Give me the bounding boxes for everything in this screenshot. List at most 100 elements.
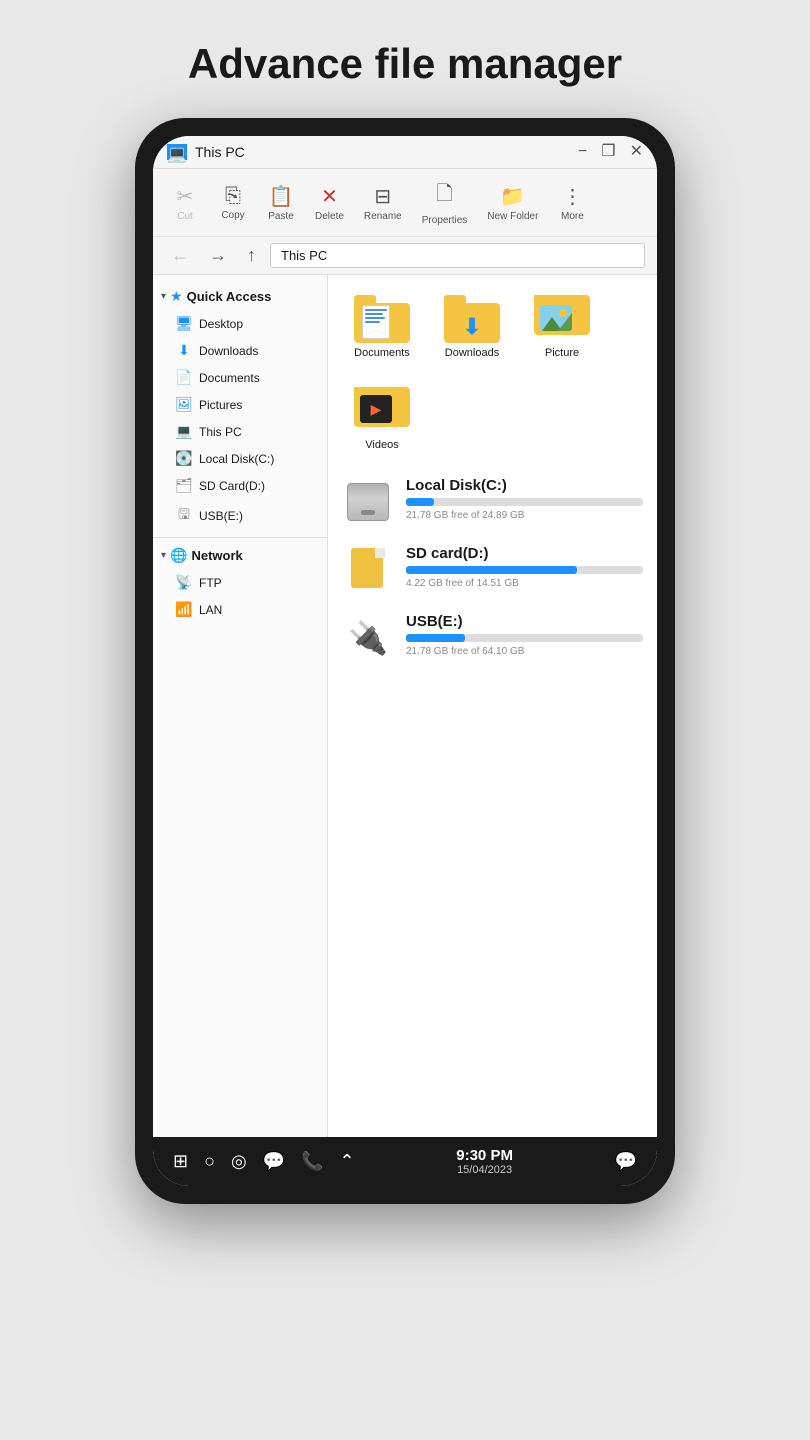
sidebar-item-lan[interactable]: 📶 LAN xyxy=(153,596,327,623)
usb-name: USB(E:) xyxy=(406,613,643,630)
sd-card-icon: 🗂 xyxy=(175,477,193,494)
sd-card-bar-fill xyxy=(406,566,577,574)
usb-info: USB(E:) 21.78 GB free of 64.10 GB xyxy=(406,613,643,657)
sidebar-network-header[interactable]: ▾ 🌐 Network xyxy=(153,542,327,569)
delete-button[interactable]: ✕ Delete xyxy=(307,180,352,226)
breadcrumb[interactable]: This PC xyxy=(270,243,645,268)
phone-icon[interactable]: 📞 xyxy=(301,1151,323,1172)
network-chevron: ▾ xyxy=(161,550,166,561)
folder-grid: Documents ⬇ Downloads xyxy=(342,289,643,365)
delete-label: Delete xyxy=(315,211,344,222)
documents-icon: 📄 xyxy=(175,369,193,386)
sidebar-item-this-pc[interactable]: 💻 This PC xyxy=(153,418,327,445)
local-disk-bar-bg xyxy=(406,498,643,506)
title-bar-controls: − ❐ ✕ xyxy=(578,144,643,160)
title-bar: 💻 This PC − ❐ ✕ xyxy=(153,136,657,169)
chevron-up-icon[interactable]: ⌃ xyxy=(340,1151,355,1172)
local-disk-drive-icon-container xyxy=(342,477,394,527)
sidebar-pictures-label: Pictures xyxy=(199,398,242,412)
sidebar-item-sd-card[interactable]: 🗂 SD Card(D:) xyxy=(153,472,327,499)
rename-icon: ⊟ xyxy=(374,184,391,209)
sidebar-documents-label: Documents xyxy=(199,371,260,385)
drive-usb[interactable]: 🔌 USB(E:) 21.78 GB free of 64.10 GB xyxy=(342,613,643,663)
sidebar-lan-label: LAN xyxy=(199,603,222,617)
usb-drive-icon-container: 🔌 xyxy=(342,613,394,663)
local-disk-free: 21.78 GB free of 24.89 GB xyxy=(406,510,643,521)
downloads-folder-icon: ⬇ xyxy=(444,295,500,343)
sidebar-this-pc-label: This PC xyxy=(199,425,242,439)
sidebar-network-label: Network xyxy=(191,548,242,563)
back-button[interactable]: ← xyxy=(165,243,195,268)
folder-videos[interactable]: ▶ Videos xyxy=(342,381,422,457)
usb-bar-bg xyxy=(406,634,643,642)
browser-icon[interactable]: ◎ xyxy=(231,1151,247,1172)
chat-icon[interactable]: 💬 xyxy=(263,1151,285,1172)
sidebar-item-ftp[interactable]: 📡 FTP xyxy=(153,569,327,596)
status-bar: ⊞ ○ ◎ 💬 📞 ⌃ 9:30 PM 15/04/2023 💬 xyxy=(153,1137,657,1186)
downloads-folder-label: Downloads xyxy=(445,347,499,359)
multitask-icon[interactable]: ⊞ xyxy=(173,1151,188,1172)
sidebar-sd-card-label: SD Card(D:) xyxy=(199,479,265,493)
up-button[interactable]: ↑ xyxy=(241,243,262,268)
folder-pictures[interactable]: Picture xyxy=(522,289,602,365)
downloads-icon: ⬇ xyxy=(175,342,193,359)
local-disk-drive-icon xyxy=(347,483,389,521)
usb-free: 21.78 GB free of 64.10 GB xyxy=(406,646,643,657)
app-icon: 💻 xyxy=(167,144,187,160)
properties-button[interactable]: 🗋 Properties xyxy=(414,175,476,230)
folder-downloads[interactable]: ⬇ Downloads xyxy=(432,289,512,365)
copy-button[interactable]: ⎘ Copy xyxy=(211,181,255,225)
docs-lines xyxy=(365,309,387,323)
video-overlay: ▶ xyxy=(360,395,392,423)
new-folder-button[interactable]: 📁 New Folder xyxy=(479,180,546,226)
sd-card-free: 4.22 GB free of 14.51 GB xyxy=(406,578,643,589)
documents-folder-icon xyxy=(354,295,410,343)
status-bar-left-icons: ⊞ ○ ◎ 💬 📞 ⌃ xyxy=(173,1151,355,1172)
copy-label: Copy xyxy=(221,210,244,221)
sidebar-item-pictures[interactable]: 🖼 Pictures xyxy=(153,391,327,418)
close-button[interactable]: ✕ xyxy=(630,144,643,160)
rename-button[interactable]: ⊟ Rename xyxy=(356,180,410,226)
local-disk-bar-fill xyxy=(406,498,434,506)
lan-icon: 📶 xyxy=(175,601,193,618)
minimize-button[interactable]: − xyxy=(578,144,587,160)
pictures-folder-icon xyxy=(534,295,590,343)
drive-local-disk[interactable]: Local Disk(C:) 21.78 GB free of 24.89 GB xyxy=(342,477,643,527)
videos-folder-icon: ▶ xyxy=(354,387,410,435)
sidebar-divider xyxy=(153,537,327,538)
sun-icon xyxy=(559,309,567,317)
paste-button[interactable]: 📋 Paste xyxy=(259,180,303,226)
sidebar-item-usb[interactable]: 🖫 USB(E:) xyxy=(153,499,327,533)
forward-button[interactable]: → xyxy=(203,243,233,268)
maximize-button[interactable]: ❐ xyxy=(601,144,615,160)
nav-bar: ← → ↑ This PC xyxy=(153,237,657,275)
sidebar-item-documents[interactable]: 📄 Documents xyxy=(153,364,327,391)
sidebar-item-desktop[interactable]: 🖥 Desktop xyxy=(153,310,327,337)
sd-card-name: SD card(D:) xyxy=(406,545,643,562)
cut-button[interactable]: ✂ Cut xyxy=(163,180,207,226)
sidebar-item-local-disk[interactable]: 💽 Local Disk(C:) xyxy=(153,445,327,472)
copy-icon: ⎘ xyxy=(225,185,241,208)
sidebar-quick-access-label: Quick Access xyxy=(187,289,272,304)
sidebar-local-disk-label: Local Disk(C:) xyxy=(199,452,274,466)
ftp-icon: 📡 xyxy=(175,574,193,591)
properties-label: Properties xyxy=(422,215,468,226)
more-button[interactable]: ⋮ More xyxy=(550,180,594,226)
more-label: More xyxy=(561,211,584,222)
usb-drive-icon: 🔌 xyxy=(348,619,388,657)
sd-card-drive-icon-container xyxy=(342,545,394,595)
sidebar-item-downloads[interactable]: ⬇ Downloads xyxy=(153,337,327,364)
local-disk-icon: 💽 xyxy=(175,450,193,467)
cut-label: Cut xyxy=(177,211,193,222)
notification-icon[interactable]: 💬 xyxy=(615,1151,637,1172)
doc-line-3 xyxy=(365,317,385,319)
paste-icon: 📋 xyxy=(269,184,294,209)
folder-documents[interactable]: Documents xyxy=(342,289,422,365)
local-disk-name: Local Disk(C:) xyxy=(406,477,643,494)
sidebar-downloads-label: Downloads xyxy=(199,344,258,358)
drive-sd-card[interactable]: SD card(D:) 4.22 GB free of 14.51 GB xyxy=(342,545,643,595)
download-arrow-icon: ⬇ xyxy=(463,314,481,340)
new-folder-label: New Folder xyxy=(487,211,538,222)
home-icon[interactable]: ○ xyxy=(204,1151,215,1172)
sidebar-quick-access-header[interactable]: ▾ ★ Quick Access xyxy=(153,283,327,310)
